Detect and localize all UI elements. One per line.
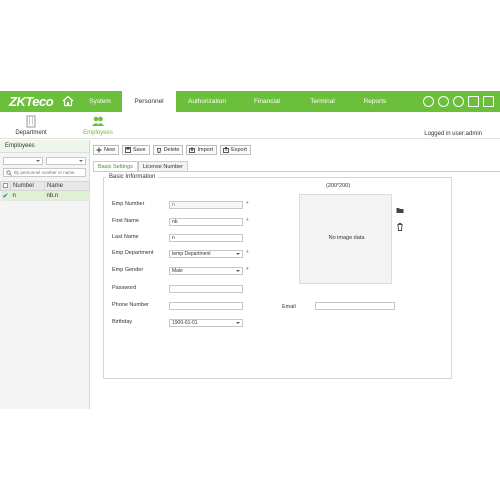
import-button[interactable]: Import xyxy=(186,145,218,155)
required-mark: * xyxy=(246,267,249,274)
tab-license-number[interactable]: License Number xyxy=(137,161,188,171)
module-employees[interactable]: Employees xyxy=(78,115,118,136)
save-button[interactable]: Save xyxy=(122,145,150,155)
password-field[interactable] xyxy=(169,285,243,293)
table-header: Number Name xyxy=(0,181,90,191)
section-title: Basic Information xyxy=(109,174,156,180)
nav-system[interactable]: System xyxy=(78,91,122,112)
email-field[interactable] xyxy=(315,302,395,310)
home-icon[interactable] xyxy=(62,95,74,107)
top-nav-bar: ZKTeco System Personnel Authorization Fi… xyxy=(0,91,500,112)
users-icon xyxy=(92,116,104,126)
close-icon[interactable] xyxy=(483,96,494,107)
row-name: nb.n xyxy=(44,190,90,201)
save-icon xyxy=(125,147,131,153)
info-icon[interactable] xyxy=(438,96,449,107)
emp-department-select[interactable]: temp Department xyxy=(169,250,243,258)
select-all-checkbox-cell[interactable] xyxy=(0,181,11,191)
emp-gender-select[interactable]: Male xyxy=(169,267,243,275)
required-mark: * xyxy=(246,218,249,225)
delete-button[interactable]: Delete xyxy=(152,145,184,155)
new-button[interactable]: New xyxy=(93,145,120,155)
password-label: Password xyxy=(112,285,137,291)
import-button-label: Import xyxy=(197,147,214,153)
birthday-picker[interactable]: 1900-01-01 xyxy=(169,319,243,327)
zkteco-logo: ZKTeco xyxy=(9,94,54,109)
trash-icon[interactable] xyxy=(396,223,404,231)
plus-icon xyxy=(96,147,102,153)
required-mark: * xyxy=(246,201,249,208)
settings-icon[interactable] xyxy=(423,96,434,107)
window-controls xyxy=(423,96,494,107)
emp-department-label: Emp Department xyxy=(112,250,154,256)
trash-icon xyxy=(156,148,161,153)
employees-panel-title: Employees xyxy=(0,140,89,153)
module-department-label: Department xyxy=(15,130,47,136)
export-button[interactable]: Export xyxy=(220,145,251,155)
new-button-label: New xyxy=(104,147,116,153)
module-department[interactable]: Department xyxy=(11,115,51,136)
column-name[interactable]: Name xyxy=(44,181,90,191)
employees-panel: Employees Number Name ✔ n nb.n xyxy=(0,140,90,409)
filters xyxy=(0,153,89,165)
checkbox[interactable] xyxy=(3,182,8,188)
search-input[interactable] xyxy=(12,170,85,175)
row-number: n xyxy=(10,190,45,201)
main-nav: System Personnel Authorization Financial… xyxy=(78,91,401,112)
main-content: New Save Delete Import Export Basic Sett… xyxy=(91,140,500,409)
logo-text: ZKTeco xyxy=(9,94,54,109)
emp-number-label: Emp Number xyxy=(112,201,145,207)
filter-select-1[interactable] xyxy=(3,157,43,165)
minimize-icon[interactable] xyxy=(468,96,479,107)
module-employees-label: Employees xyxy=(83,130,113,136)
email-label: Email xyxy=(282,304,296,310)
nav-financial[interactable]: Financial xyxy=(238,91,296,112)
nav-reports[interactable]: Reports xyxy=(349,91,401,112)
tab-content: Basic Information Emp Number n * First N… xyxy=(93,171,500,409)
delete-button-label: Delete xyxy=(163,147,180,153)
photo-size-label: (200*200) xyxy=(326,183,351,189)
column-number[interactable]: Number xyxy=(10,181,45,191)
required-mark: * xyxy=(246,250,249,257)
nav-terminal[interactable]: Terminal xyxy=(296,91,349,112)
save-button-label: Save xyxy=(133,147,146,153)
phone-number-label: Phone Number xyxy=(112,302,149,308)
export-button-label: Export xyxy=(231,147,247,153)
emp-gender-label: Emp Gender xyxy=(112,267,144,273)
first-name-field[interactable]: nb xyxy=(169,218,243,226)
last-name-label: Last Name xyxy=(112,234,139,240)
row-checkbox-cell[interactable]: ✔ xyxy=(0,190,11,201)
building-icon xyxy=(26,115,36,128)
logged-in-user: Logged in user:admin xyxy=(424,131,482,137)
nav-personnel[interactable]: Personnel xyxy=(122,91,176,112)
birthday-label: Birthday xyxy=(112,319,133,325)
export-icon xyxy=(223,147,229,153)
power-icon[interactable] xyxy=(453,96,464,107)
employee-search xyxy=(3,168,86,177)
first-name-label: First Name xyxy=(112,218,139,224)
last-name-field[interactable]: n xyxy=(169,234,243,242)
check-icon[interactable]: ✔ xyxy=(3,193,9,200)
table-row[interactable]: ✔ n nb.n xyxy=(0,190,90,201)
folder-icon[interactable] xyxy=(396,206,404,214)
form-tabs: Basic Settings License Number xyxy=(93,161,188,171)
emp-number-field[interactable]: n xyxy=(169,201,243,209)
nav-authorization[interactable]: Authorization xyxy=(176,91,238,112)
import-icon xyxy=(189,147,196,153)
basic-information-section: Basic Information xyxy=(103,174,452,379)
filter-select-2[interactable] xyxy=(46,157,86,165)
photo-box[interactable]: No image data xyxy=(299,194,392,284)
tab-basic-settings[interactable]: Basic Settings xyxy=(93,161,138,171)
no-image-text: No image data xyxy=(328,235,365,241)
app-window: ZKTeco System Personnel Authorization Fi… xyxy=(0,91,500,409)
employee-table: Number Name ✔ n nb.n xyxy=(0,181,90,201)
toolbar: New Save Delete Import Export xyxy=(93,145,251,155)
phone-number-field[interactable] xyxy=(169,302,243,310)
